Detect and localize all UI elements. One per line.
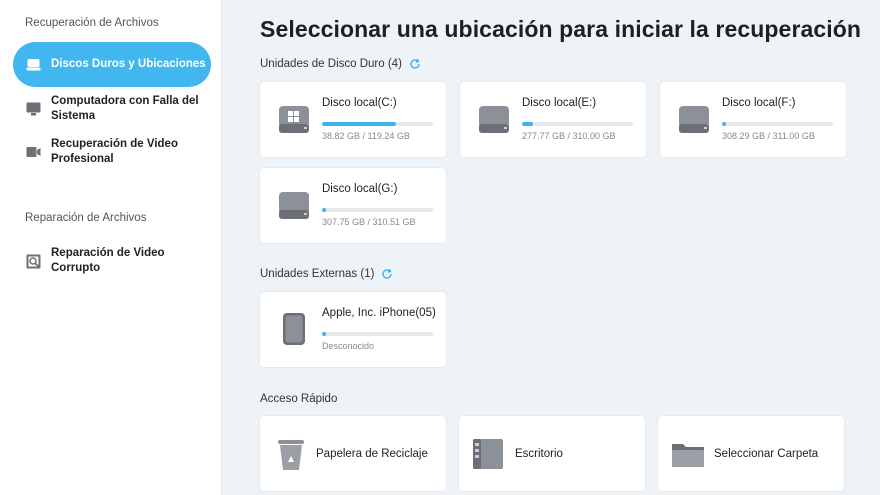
drive-usage-bar (322, 208, 433, 212)
hard-drive-icon (677, 102, 711, 136)
sidebar-item-label: Reparación de Video Corrupto (51, 247, 165, 274)
quick-label: Papelera de Reciclaje (316, 447, 428, 460)
phone-icon (277, 312, 311, 346)
drive-name: Disco local(C:) (322, 97, 397, 109)
hard-drive-icon (277, 188, 311, 222)
quick-label: Seleccionar Carpeta (714, 447, 819, 460)
hard-drive-icon (477, 102, 511, 136)
drive-card-g[interactable]: Disco local(G:) 307.75 GB / 310.51 GB (260, 168, 446, 243)
drive-usage-bar (322, 332, 433, 336)
section-file-recovery: Recuperación de Archivos (25, 17, 159, 29)
quick-select-folder[interactable]: Seleccionar Carpeta (658, 416, 844, 491)
quick-recycle-bin[interactable]: Papelera de Reciclaje (260, 416, 446, 491)
external-drives-heading: Unidades Externas (1) (260, 268, 393, 280)
desktop-icon (471, 435, 509, 473)
drive-usage-fill (322, 122, 397, 126)
sidebar-item-video-recovery[interactable]: Recuperación de Video Profesional (13, 137, 211, 167)
drive-name: Disco local(G:) (322, 183, 398, 195)
quick-label: Escritorio (515, 447, 563, 460)
drive-name: Disco local(E:) (522, 97, 597, 109)
quick-desktop[interactable]: Escritorio (459, 416, 645, 491)
drive-card-c[interactable]: Disco local(C:) 38.82 GB / 119.24 GB (260, 82, 446, 157)
sidebar-item-video-repair[interactable]: Reparación de Video Corrupto (13, 246, 211, 276)
drive-icon (26, 57, 41, 72)
hard-drives-heading: Unidades de Disco Duro (4) (260, 58, 421, 70)
recycle-bin-icon (272, 435, 310, 473)
sidebar: Recuperación de Archivos Discos Duros y … (0, 0, 222, 495)
sidebar-item-system-crash[interactable]: Computadora con Falla del Sistema (13, 94, 211, 124)
drive-size: 308.29 GB / 311.00 GB (722, 131, 815, 141)
quick-access-heading: Acceso Rápido (260, 393, 338, 405)
sidebar-item-label: Discos Duros y Ubicaciones (51, 58, 206, 70)
sidebar-item-label: Computadora con Falla del Sistema (51, 95, 199, 122)
drive-name: Disco local(F:) (722, 97, 796, 109)
drive-name: Apple, Inc. iPhone(05) (322, 307, 436, 319)
windows-drive-icon (277, 102, 311, 136)
drive-usage-bar (322, 122, 433, 126)
drive-usage-fill (322, 332, 327, 336)
drive-card-f[interactable]: Disco local(F:) 308.29 GB / 311.00 GB (660, 82, 846, 157)
computer-icon (26, 102, 41, 117)
section-file-repair: Reparación de Archivos (25, 212, 147, 224)
drive-size: 307.75 GB / 310.51 GB (322, 217, 416, 227)
folder-icon (670, 435, 708, 473)
sidebar-item-hard-drives[interactable]: Discos Duros y Ubicaciones (13, 42, 211, 87)
drive-usage-bar (722, 122, 833, 126)
drive-usage-fill (322, 208, 327, 212)
sidebar-item-label: Recuperación de Video Profesional (51, 138, 178, 165)
drive-usage-fill (522, 122, 534, 126)
refresh-icon[interactable] (381, 268, 393, 280)
drive-usage-bar (522, 122, 633, 126)
drive-usage-fill (722, 122, 727, 126)
hard-drives-label: Unidades de Disco Duro (4) (260, 58, 402, 70)
refresh-icon[interactable] (409, 58, 421, 70)
external-drives-label: Unidades Externas (1) (260, 268, 375, 280)
drive-size: 38.82 GB / 119.24 GB (322, 131, 410, 141)
drive-card-e[interactable]: Disco local(E:) 277.77 GB / 310.00 GB (460, 82, 646, 157)
video-camera-icon (26, 145, 41, 160)
drive-size: 277.77 GB / 310.00 GB (522, 131, 616, 141)
external-card-iphone[interactable]: Apple, Inc. iPhone(05) Desconocido (260, 292, 446, 367)
main-panel: Seleccionar una ubicación para iniciar l… (222, 0, 880, 495)
video-repair-icon (26, 254, 41, 269)
page-title: Seleccionar una ubicación para iniciar l… (260, 16, 862, 42)
drive-size: Desconocido (322, 341, 375, 351)
